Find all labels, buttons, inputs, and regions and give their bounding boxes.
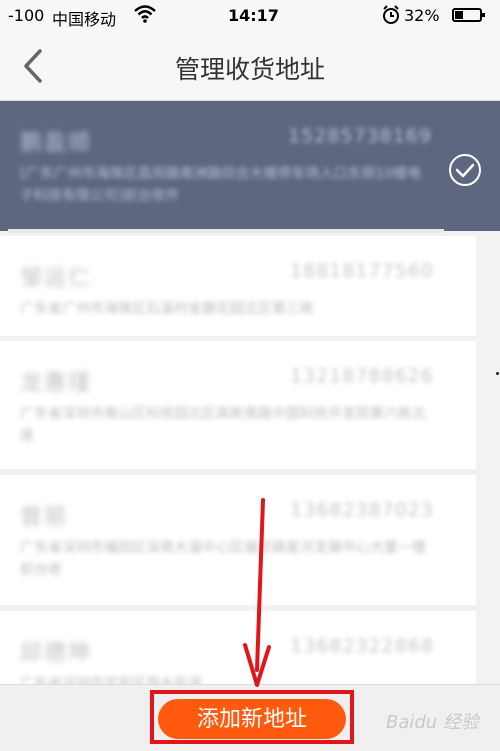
battery-percent: 32% bbox=[404, 6, 440, 25]
recipient-address: 广东省深圳市福田区深南大道中心区福华路星河发展中心大厦一楼前台收 bbox=[20, 540, 426, 578]
signal-strength: -100 bbox=[8, 6, 45, 25]
annotation-highlight-box bbox=[150, 690, 354, 744]
navigation-bar: 管理收货地址 bbox=[0, 32, 500, 101]
page-title: 管理收货地址 bbox=[174, 55, 325, 84]
address-item[interactable]: 邹运仁 18818177560 广东省广州市海珠区石溪村金碧花园北区第三栋 bbox=[0, 236, 476, 336]
watermark: Baidu 经验 bbox=[386, 712, 479, 733]
recipient-name: 鹏盈顺 bbox=[20, 131, 93, 156]
clock-time: 14:17 bbox=[228, 6, 279, 25]
wifi-icon bbox=[134, 4, 156, 28]
checkmark-circle-icon bbox=[448, 153, 482, 187]
recipient-name: 邹运仁 bbox=[20, 266, 93, 291]
divider bbox=[8, 229, 444, 233]
recipient-phone: 13218788626 bbox=[290, 365, 434, 387]
status-bar: -100 中国移动 14:17 32% bbox=[0, 0, 500, 32]
recipient-address: 广东省深圳市南山区科技园北区高新南路中国科技开发院第六栋北座 bbox=[20, 406, 426, 444]
recipient-address: 广东省广州市海珠区石溪村金碧花园北区第三栋 bbox=[20, 301, 314, 317]
recipient-phone: 13682322868 bbox=[290, 635, 434, 657]
recipient-address: [广东广州市海珠区昌岗路南洲路综合大楼停车场入口东侧10楼电子科技有限公司]前台… bbox=[20, 166, 422, 204]
annotation-arrow-icon bbox=[243, 498, 271, 687]
recipient-phone: 15285738169 bbox=[288, 125, 432, 147]
alarm-icon bbox=[382, 5, 400, 29]
battery-icon bbox=[452, 8, 485, 22]
recipient-name: 邱德坤 bbox=[20, 641, 93, 666]
recipient-phone: 18818177560 bbox=[290, 260, 434, 282]
carrier-name: 中国移动 bbox=[52, 10, 117, 29]
stray-dot bbox=[496, 372, 499, 375]
recipient-address: 广东省深圳市宝安区西乡街道 bbox=[20, 676, 202, 684]
recipient-name: 曾丽 bbox=[20, 505, 69, 530]
address-item[interactable]: 龙惠瑾 13218788626 广东省深圳市南山区科技园北区高新南路中国科技开发… bbox=[0, 341, 476, 469]
recipient-phone: 13682387023 bbox=[290, 499, 434, 521]
address-item-selected[interactable]: 鹏盈顺 15285738169 [广东广州市海珠区昌岗路南洲路综合大楼停车场入口… bbox=[0, 101, 500, 231]
recipient-name: 龙惠瑾 bbox=[20, 371, 93, 396]
